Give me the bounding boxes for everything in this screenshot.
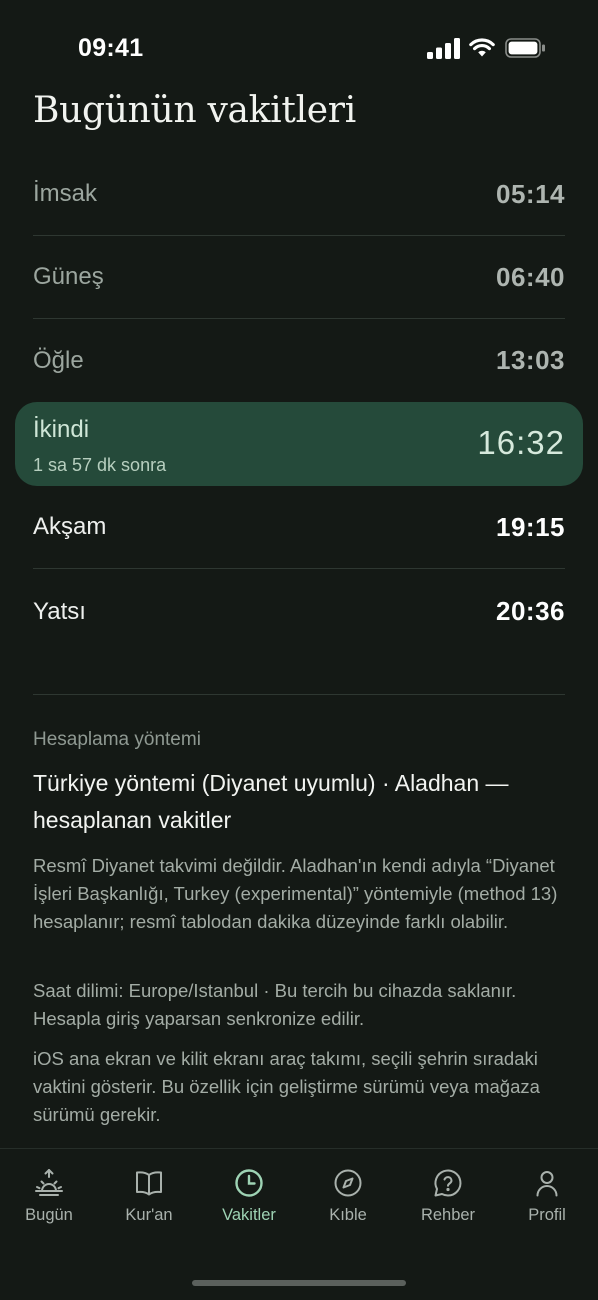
prayer-name: Öğle (33, 346, 84, 374)
prayer-row-yatsi: Yatsı 20:36 (33, 570, 565, 653)
tab-label: Kur'an (125, 1206, 173, 1224)
prayer-row-gunes: Güneş 06:40 (33, 236, 565, 319)
tab-vakitler[interactable]: Vakitler (199, 1149, 299, 1239)
tab-rehber[interactable]: Rehber (398, 1149, 498, 1239)
tab-bar: Bugün Kur'an Vakitler Kıble Rehber Profi… (0, 1148, 598, 1300)
prayer-time: 20:36 (496, 596, 565, 626)
tab-label: Rehber (420, 1206, 476, 1224)
prayer-time: 16:32 (477, 424, 565, 461)
tab-label: Bugün (25, 1206, 73, 1224)
tab-profil[interactable]: Profil (497, 1149, 597, 1239)
prayer-row-aksam: Akşam 19:15 (33, 486, 565, 569)
tab-label: Vakitler (222, 1206, 276, 1224)
prayer-row-ogle: Öğle 13:03 (33, 319, 565, 402)
cellular-signal-icon (427, 38, 460, 59)
prayer-name: Güneş (33, 263, 104, 290)
prayer-name: Yatsı (33, 597, 86, 625)
status-time: 09:41 (78, 34, 144, 62)
book-icon (136, 1171, 162, 1196)
prayer-countdown: 1 sa 57 dk sonra (33, 455, 167, 475)
timezone-note: Saat dilimi: Europe/Istanbul · Bu tercih… (33, 980, 517, 1029)
prayer-times-screen: 09:41 Bugünün vakitleri İmsak 05:14 Güne… (0, 0, 598, 1300)
tab-kible[interactable]: Kıble (298, 1149, 398, 1239)
prayer-name: İmsak (33, 180, 98, 207)
user-icon (536, 1171, 558, 1197)
prayer-time: 13:03 (496, 345, 565, 375)
prayer-time: 19:15 (496, 511, 565, 542)
compass-icon (334, 1169, 362, 1197)
method-disclaimer: Resmî Diyanet takvimi değildir. Aladhan'… (33, 855, 558, 932)
widget-note: iOS ana ekran ve kilit ekranı araç takım… (33, 1048, 540, 1125)
wifi-icon (469, 38, 495, 57)
page-title: Bugünün vakitleri (33, 90, 356, 131)
tab-kuran[interactable]: Kur'an (99, 1149, 199, 1239)
help-circle-icon (434, 1169, 462, 1197)
sunrise-icon (35, 1169, 63, 1196)
method-caption: Hesaplama yöntemi (33, 729, 201, 750)
home-indicator[interactable] (192, 1280, 406, 1286)
prayer-name: İkindi (33, 416, 90, 443)
battery-icon (505, 38, 545, 58)
tab-bugun[interactable]: Bugün (0, 1149, 99, 1239)
tab-label: Kıble (329, 1206, 367, 1224)
prayer-time: 05:14 (496, 178, 565, 209)
prayer-row-imsak: İmsak 05:14 (33, 153, 565, 236)
tab-label: Profil (528, 1206, 566, 1224)
status-bar: 09:41 (0, 0, 598, 96)
prayer-time: 06:40 (496, 261, 565, 292)
prayer-name: Akşam (33, 513, 107, 540)
section-divider (33, 694, 565, 695)
prayer-row-ikindi-current: İkindi 1 sa 57 dk sonra 16:32 (15, 402, 583, 486)
method-title: Türkiye yöntemi (Diyanet uyumlu) · Aladh… (33, 770, 509, 833)
clock-icon (235, 1169, 263, 1197)
